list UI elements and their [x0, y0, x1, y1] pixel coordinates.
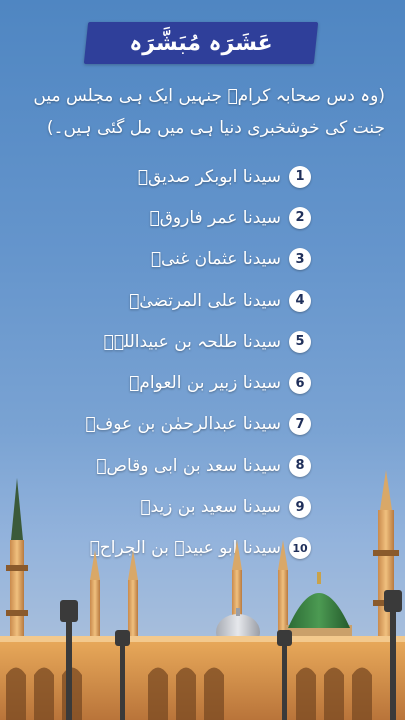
list-item: 4 سیدنا علی المرتضیٰؓ	[51, 280, 311, 321]
list-item: 5 سیدنا طلحہ بن عبیداللہؓ	[51, 321, 311, 362]
number-badge: 4	[289, 289, 311, 312]
companion-name: سیدنا علی المرتضیٰؓ	[129, 290, 281, 311]
page-title: عَشَرَہ مُبَشَّرَہ	[129, 30, 273, 56]
list-item: 3 سیدنا عثمان غنیؓ	[51, 239, 311, 280]
number-badge: 2	[289, 206, 311, 229]
companion-name: سیدنا زبیر بن العوامؓ	[129, 373, 281, 394]
number-badge: 6	[289, 372, 311, 395]
companion-name: سیدنا عمر فاروقؓ	[149, 207, 281, 228]
number-badge: 3	[289, 248, 311, 271]
companion-name: سیدنا ابوبکر صدیقؓ	[137, 166, 281, 187]
list-item: 6 سیدنا زبیر بن العوامؓ	[51, 362, 311, 403]
companion-name: سیدنا عبدالرحمٰن بن عوفؓ	[85, 414, 281, 435]
number-badge: 7	[289, 413, 311, 436]
green-dome	[286, 572, 352, 645]
mosque-skyline-illustration	[0, 470, 405, 720]
list-item: 1 سیدنا ابوبکر صدیقؓ	[51, 156, 311, 197]
companion-name: سیدنا عثمان غنیؓ	[150, 249, 281, 270]
list-item: 7 سیدنا عبدالرحمٰن بن عوفؓ	[51, 404, 311, 445]
companion-name: سیدنا طلحہ بن عبیداللہؓ	[103, 332, 281, 353]
list-item: 2 سیدنا عمر فاروقؓ	[51, 197, 311, 238]
number-badge: 1	[289, 165, 311, 188]
number-badge: 5	[289, 330, 311, 353]
intro-text: (وہ دس صحابہ کرامؓ جنہیں ایک ہی مجلس میں…	[33, 86, 385, 138]
